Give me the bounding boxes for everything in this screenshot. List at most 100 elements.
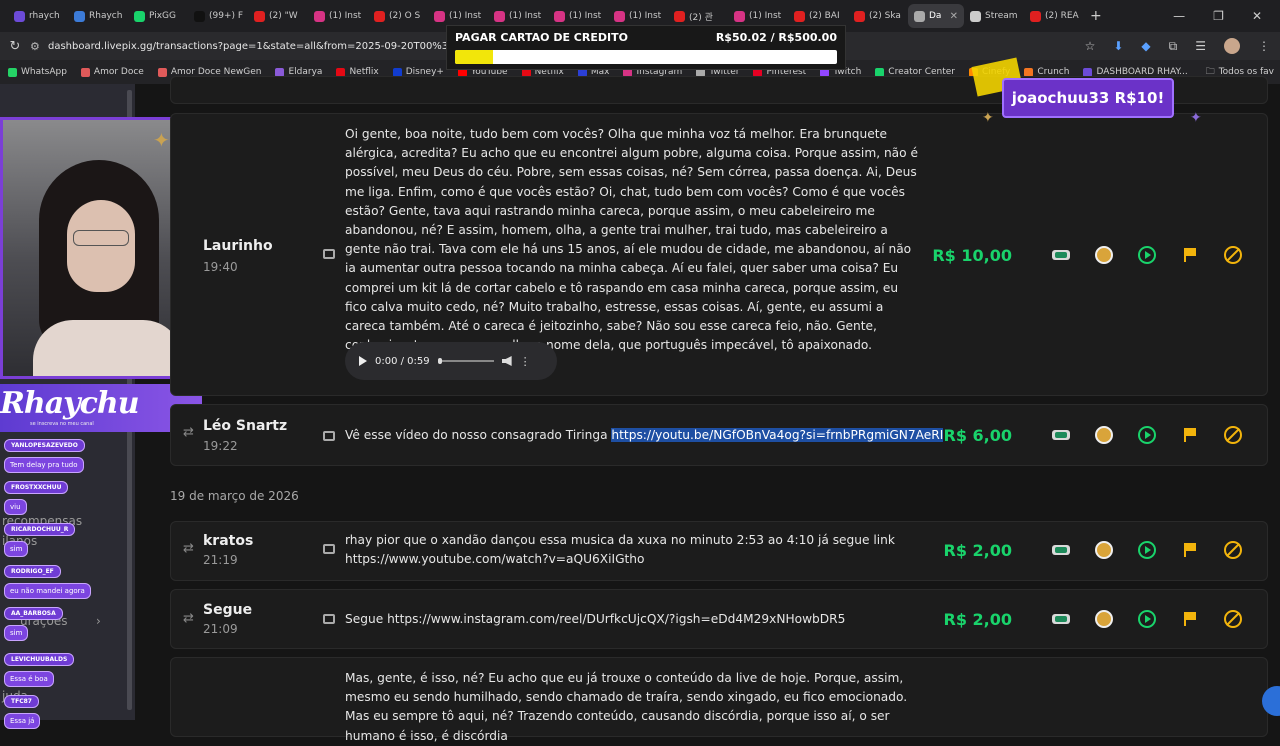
profile-avatar[interactable] [1224, 38, 1240, 54]
audio-play-icon[interactable] [359, 356, 367, 366]
tab-favicon-icon [134, 10, 145, 22]
browser-tab[interactable]: Da ✕ [908, 4, 964, 28]
transactions-list: Laurinho 19:40 Oi gente, boa noite, tudo… [170, 76, 1268, 743]
audio-time: 0:00 / 0:59 [375, 355, 430, 367]
tab-label: (1) Inst [569, 11, 602, 21]
browser-tab[interactable]: Rhaych [68, 4, 128, 28]
transaction-card: ⇄ Segue 21:09 Segue https://www.instagra… [170, 589, 1268, 649]
flag-icon[interactable] [1180, 540, 1200, 560]
donation-message: Vê esse vídeo do nosso consagrado Tiring… [345, 426, 944, 445]
site-info-icon[interactable]: ⚙ [30, 40, 48, 53]
tab-label: (1) Inst [449, 11, 482, 21]
donation-message: rhay pior que o xandão dançou essa music… [345, 533, 895, 567]
extensions-puzzle-icon[interactable]: ⧉ [1169, 39, 1178, 54]
maximize-icon[interactable]: ❐ [1213, 9, 1224, 23]
chat-username: LEVICHUUBALDS [4, 653, 75, 666]
transaction-actions [1051, 245, 1243, 265]
tts-mask-icon[interactable] [1051, 425, 1071, 445]
audio-seek-bar[interactable] [437, 358, 494, 364]
tab-favicon-icon [14, 10, 25, 22]
bookmark-star-icon[interactable]: ☆ [1085, 39, 1096, 53]
chat-text: Tem delay pra tudo [4, 457, 84, 473]
bear-icon[interactable] [1094, 245, 1114, 265]
tab-favicon-icon [1030, 10, 1041, 22]
browser-tab[interactable]: (2) O S [368, 4, 428, 28]
new-tab-icon[interactable]: + [1090, 8, 1102, 24]
chat-text: sim [4, 541, 29, 557]
download-icon[interactable]: ⬇ [1113, 39, 1123, 53]
tab-favicon-icon [854, 10, 865, 22]
tab-favicon-icon [314, 10, 325, 22]
browser-tab[interactable]: (2) Ska [848, 4, 908, 28]
replay-arrows-icon[interactable]: ⇄ [183, 611, 194, 626]
tts-mask-icon[interactable] [1051, 540, 1071, 560]
block-icon[interactable] [1223, 245, 1243, 265]
chat-username: YANLOPESAZEVEDO [4, 439, 85, 452]
chat-username: AA_BARBOSA [4, 607, 63, 620]
tab-label: PixGG [149, 11, 177, 21]
chat-text: Essa já [4, 713, 41, 729]
browser-tab[interactable]: (99+) F [188, 4, 248, 28]
replay-play-icon[interactable] [1137, 540, 1157, 560]
replay-play-icon[interactable] [1137, 245, 1157, 265]
browser-tab[interactable]: Stream [964, 4, 1024, 28]
browser-tab[interactable]: (1) Inst [308, 4, 368, 28]
star-icon: ✦ [153, 128, 170, 152]
bear-icon[interactable] [1094, 609, 1114, 629]
audio-player[interactable]: 0:00 / 0:59 ⋮ [345, 342, 557, 380]
tts-mask-icon[interactable] [1051, 245, 1071, 265]
menu-lines-icon[interactable]: ☰ [1195, 39, 1206, 53]
replay-arrows-icon[interactable]: ⇄ [183, 541, 194, 556]
replay-play-icon[interactable] [1137, 609, 1157, 629]
tab-label: rhaych [29, 11, 60, 21]
donation-time: 19:22 [203, 439, 238, 453]
bear-icon[interactable] [1094, 425, 1114, 445]
kebab-menu-icon[interactable]: ⋮ [1258, 39, 1270, 53]
browser-tab[interactable]: PixGG [128, 4, 188, 28]
close-tab-icon[interactable]: ✕ [950, 11, 958, 22]
browser-tab[interactable]: (2) REA [1024, 4, 1084, 28]
chat-username: RODRIGO_EF [4, 565, 61, 578]
tts-mask-icon[interactable] [1051, 609, 1071, 629]
bear-icon[interactable] [1094, 540, 1114, 560]
tab-favicon-icon [194, 10, 205, 22]
bookmark-label: Amor Doce [93, 67, 144, 77]
donation-link[interactable]: https://youtu.be/NGfOBnVa4og?si=frnbPRgm… [611, 428, 944, 442]
tab-label: (1) Inst [749, 11, 782, 21]
address-bar-actions: ☆ ⬇ ◆ ⧉ ☰ ⋮ [1085, 32, 1270, 60]
browser-tab[interactable]: (2) "W [248, 4, 308, 28]
transaction-card: ⇄ Léo Snartz 19:22 Vê esse vídeo do noss… [170, 404, 1268, 466]
extension-icon[interactable]: ◆ [1141, 39, 1150, 53]
block-icon[interactable] [1223, 425, 1243, 445]
donation-alert: joaochuu33 R$10! [1002, 78, 1174, 118]
tab-label: (2) BAI [809, 11, 840, 21]
flag-icon[interactable] [1180, 425, 1200, 445]
donation-amount: R$ 2,00 [943, 541, 1013, 560]
chat-message: TFC87 Essa já [4, 688, 41, 729]
tab-favicon-icon [374, 10, 385, 22]
flag-icon[interactable] [1180, 609, 1200, 629]
block-icon[interactable] [1223, 609, 1243, 629]
stream-logo-text: Rhaychu [0, 386, 140, 421]
replay-play-icon[interactable] [1137, 425, 1157, 445]
tab-label: (1) Inst [329, 11, 362, 21]
donation-message: Segue https://www.instagram.com/reel/DUr… [345, 612, 846, 626]
replay-arrows-icon[interactable]: ⇄ [183, 425, 194, 440]
volume-icon[interactable] [501, 356, 512, 366]
flag-icon[interactable] [1180, 245, 1200, 265]
tab-label: (99+) F [209, 11, 244, 21]
minimize-icon[interactable]: — [1173, 9, 1185, 23]
url-text[interactable]: dashboard.livepix.gg/transactions?page=1… [48, 41, 490, 52]
tab-label: (2) 관 [689, 12, 713, 23]
browser-tab[interactable]: rhaych [8, 4, 68, 28]
block-icon[interactable] [1223, 540, 1243, 560]
bookmark-item[interactable]: WhatsApp [8, 67, 67, 77]
close-window-icon[interactable]: ✕ [1252, 9, 1262, 23]
chat-message: AA_BARBOSA sim [4, 600, 63, 641]
bookmark-item[interactable]: Amor Doce [80, 67, 144, 77]
donation-message-text: Vê esse vídeo do nosso consagrado Tiring… [345, 428, 608, 442]
audio-more-icon[interactable]: ⋮ [520, 355, 531, 368]
webcam-face [67, 200, 135, 292]
reload-icon[interactable]: ↻ [0, 39, 30, 54]
message-icon [323, 431, 335, 441]
